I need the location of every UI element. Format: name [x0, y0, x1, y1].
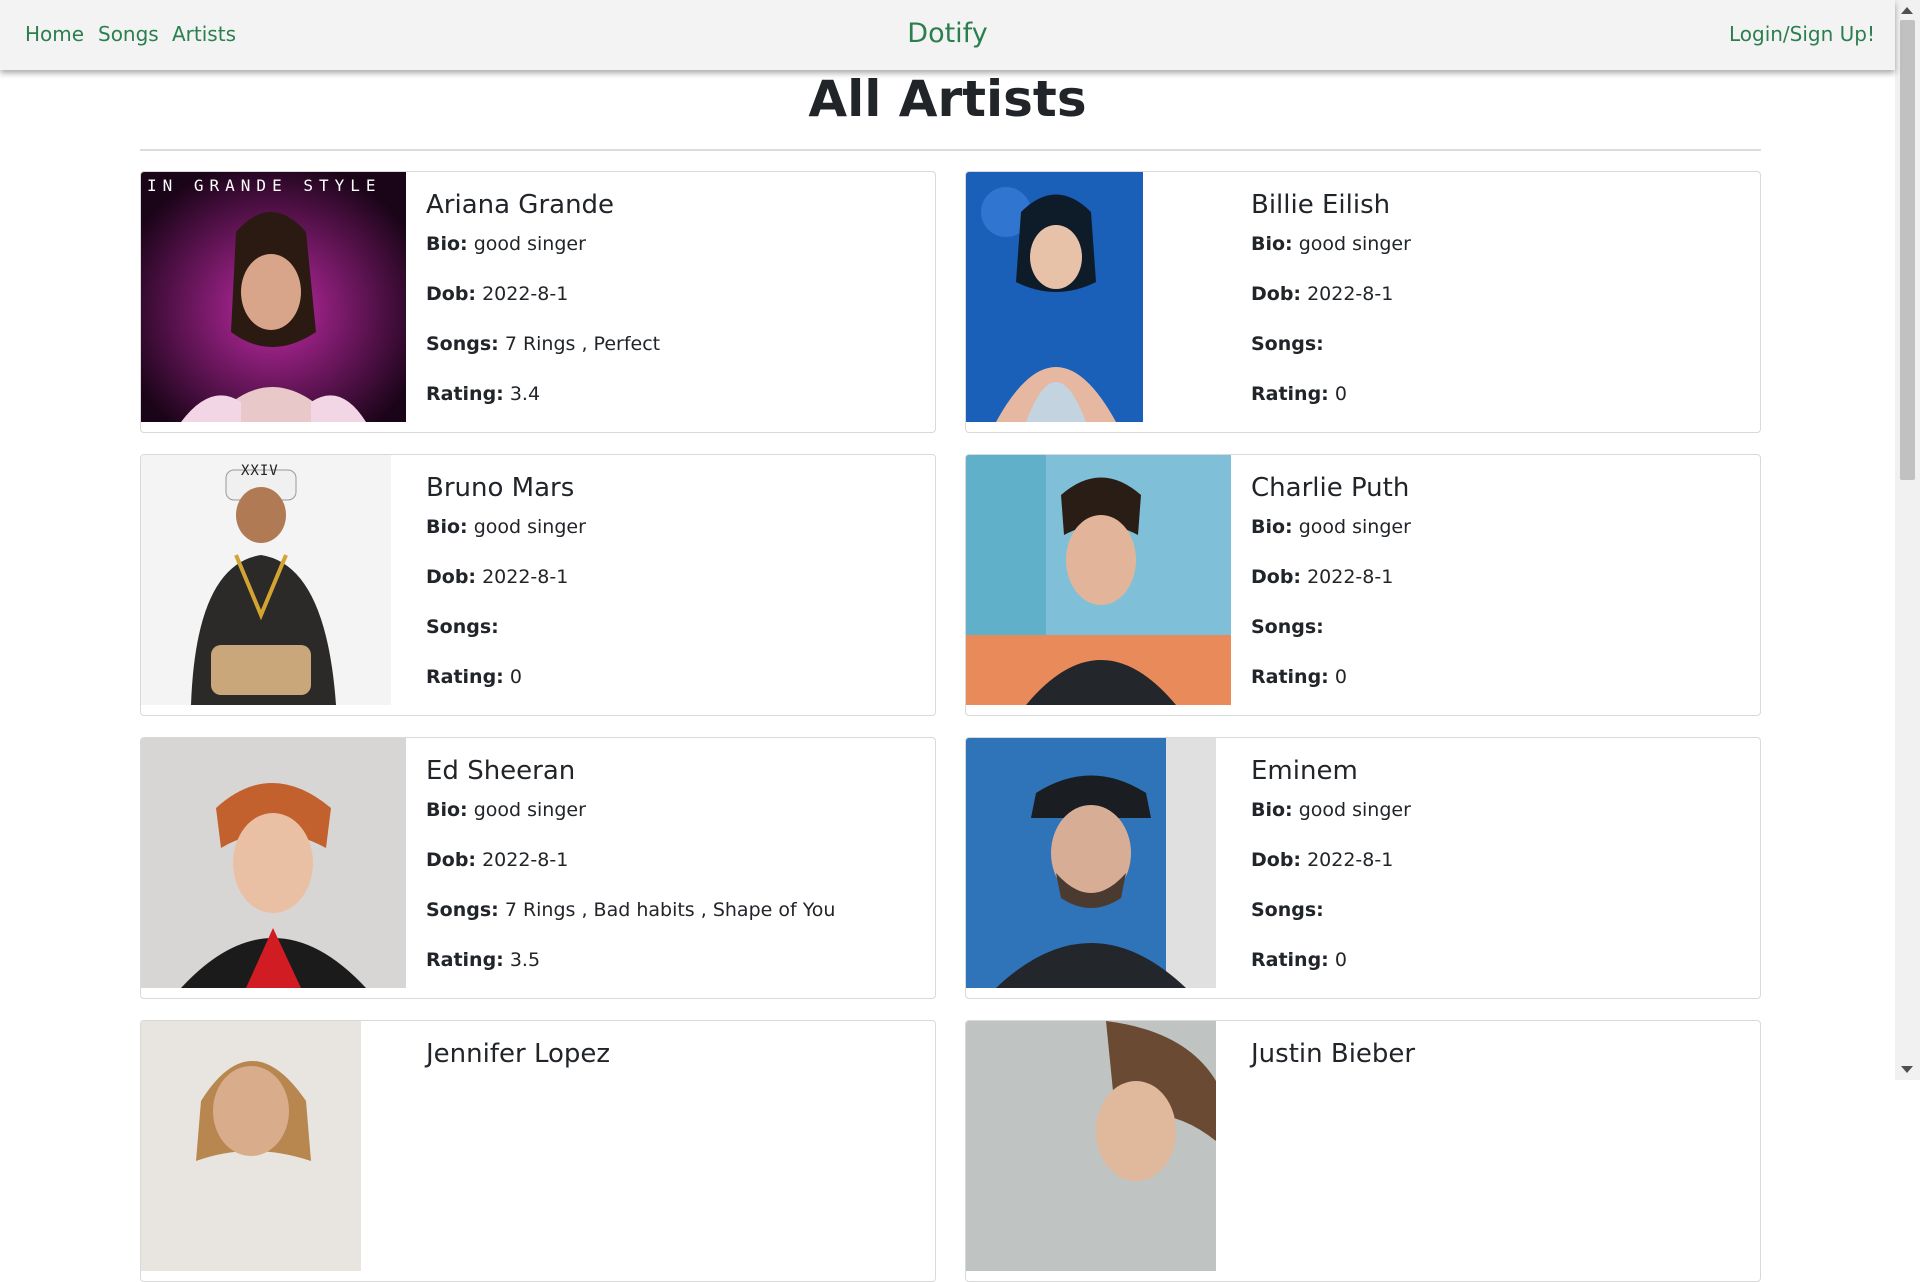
- page-title: All Artists: [808, 70, 1087, 128]
- rating-field: Rating: 3.4: [426, 383, 541, 405]
- artist-name: Ed Sheeran: [426, 756, 576, 786]
- brand-logo-text[interactable]: Dotify: [907, 18, 987, 49]
- dob-field: Dob: 2022-8-1: [426, 283, 569, 305]
- artist-name: Billie Eilish: [1251, 190, 1391, 220]
- login-signup-link[interactable]: Login/Sign Up!: [1729, 22, 1875, 46]
- scroll-thumb[interactable]: [1900, 20, 1915, 480]
- artist-photo: [966, 455, 1231, 705]
- scroll-up-arrow-icon[interactable]: [1901, 7, 1913, 14]
- artist-name: Eminem: [1251, 756, 1358, 786]
- dob-field: Dob: 2022-8-1: [426, 566, 569, 588]
- songs-field: Songs: 7 Rings , Bad habits , Shape of Y…: [426, 899, 836, 921]
- artist-name: Bruno Mars: [426, 473, 575, 503]
- artist-card[interactable]: Justin Bieber: [965, 1020, 1761, 1282]
- artist-name: Jennifer Lopez: [426, 1039, 611, 1069]
- scroll-down-arrow-icon[interactable]: [1901, 1066, 1913, 1073]
- bio-field: Bio: good singer: [1251, 516, 1411, 538]
- rating-field: Rating: 3.5: [426, 949, 541, 971]
- rating-field: Rating: 0: [426, 666, 522, 688]
- artist-card[interactable]: Billie Eilish Bio: good singer Dob: 2022…: [965, 171, 1761, 433]
- artist-card[interactable]: Eminem Bio: good singer Dob: 2022-8-1 So…: [965, 737, 1761, 999]
- artist-photo: [141, 738, 406, 988]
- rating-field: Rating: 0: [1251, 949, 1347, 971]
- artist-name: Ariana Grande: [426, 190, 615, 220]
- songs-field: Songs:: [1251, 333, 1324, 355]
- songs-field: Songs:: [426, 616, 499, 638]
- artist-name: Justin Bieber: [1251, 1039, 1416, 1069]
- artist-photo: [966, 172, 1143, 422]
- brand-container: Dotify: [0, 18, 1895, 49]
- artist-card[interactable]: IN GRANDE STYLE Ariana Grande Bio: good …: [140, 171, 936, 433]
- rating-field: Rating: 0: [1251, 666, 1347, 688]
- bio-field: Bio: good singer: [426, 799, 586, 821]
- artist-photo: [966, 1021, 1216, 1271]
- songs-field: Songs:: [1251, 616, 1324, 638]
- bio-field: Bio: good singer: [1251, 233, 1411, 255]
- artist-photo: [966, 738, 1216, 988]
- artist-card[interactable]: Jennifer Lopez: [140, 1020, 936, 1282]
- artist-card[interactable]: Ed Sheeran Bio: good singer Dob: 2022-8-…: [140, 737, 936, 999]
- photo-caption: IN GRANDE STYLE: [147, 176, 382, 195]
- artist-photo: IN GRANDE STYLE: [141, 172, 406, 422]
- dob-field: Dob: 2022-8-1: [1251, 566, 1394, 588]
- dob-field: Dob: 2022-8-1: [1251, 283, 1394, 305]
- bio-field: Bio: good singer: [1251, 799, 1411, 821]
- vertical-scrollbar[interactable]: [1895, 0, 1920, 1080]
- bio-field: Bio: good singer: [426, 233, 586, 255]
- songs-field: Songs: 7 Rings , Perfect: [426, 333, 661, 355]
- photo-caption: XXIV: [241, 463, 279, 479]
- dob-field: Dob: 2022-8-1: [426, 849, 569, 871]
- artist-photo: [141, 1021, 361, 1271]
- artist-name: Charlie Puth: [1251, 473, 1410, 503]
- artist-card[interactable]: Charlie Puth Bio: good singer Dob: 2022-…: [965, 454, 1761, 716]
- artist-photo: XXIV: [141, 455, 391, 705]
- songs-field: Songs:: [1251, 899, 1324, 921]
- title-divider: [140, 149, 1761, 151]
- artist-card[interactable]: XXIV Bruno Mars Bio: good singer Dob: 20…: [140, 454, 936, 716]
- rating-field: Rating: 0: [1251, 383, 1347, 405]
- navbar: Home Songs Artists Dotify Login/Sign Up!: [0, 0, 1895, 70]
- dob-field: Dob: 2022-8-1: [1251, 849, 1394, 871]
- bio-field: Bio: good singer: [426, 516, 586, 538]
